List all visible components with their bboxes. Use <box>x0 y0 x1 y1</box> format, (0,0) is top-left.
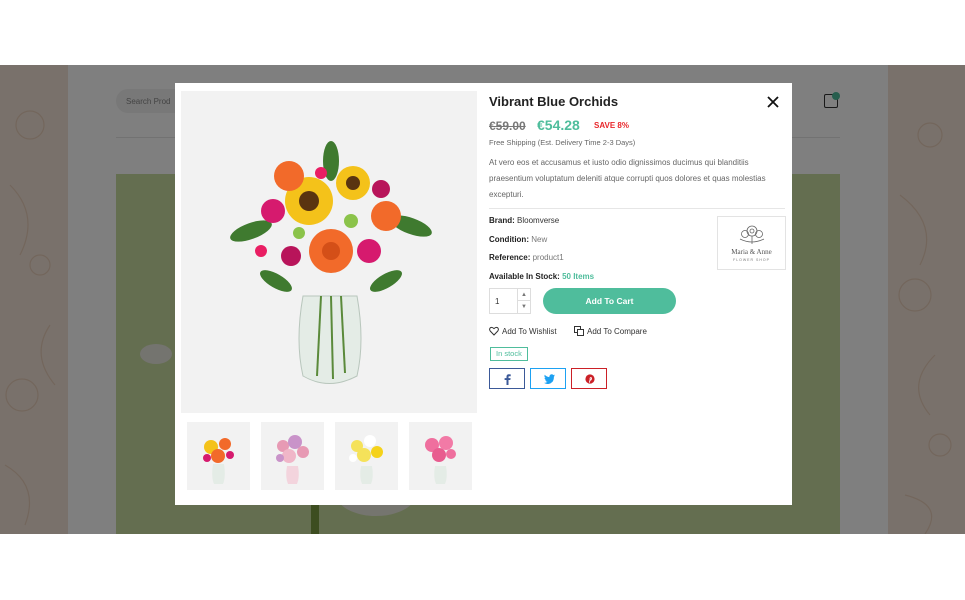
facebook-icon <box>504 374 511 385</box>
product-description: At vero eos et accusamus et iusto odio d… <box>489 158 766 199</box>
brand-logo[interactable]: Maria & Anne FLOWER SHOP <box>717 216 786 270</box>
add-to-wishlist-link[interactable]: Add To Wishlist <box>489 326 557 336</box>
share-twitter-button[interactable] <box>530 368 566 389</box>
heart-icon <box>489 326 499 336</box>
close-icon <box>767 96 779 108</box>
in-stock-badge: In stock <box>490 347 528 361</box>
brand-logo-name: Maria & Anne <box>731 248 772 256</box>
condition-row: Condition: New <box>489 235 547 244</box>
thumbnail-4[interactable] <box>409 422 472 490</box>
quantity-decrease-button[interactable]: ▼ <box>518 301 530 313</box>
stock-count: 50 Items <box>562 272 595 281</box>
condition-label: Condition: <box>489 235 529 244</box>
brand-logo-subtitle: FLOWER SHOP <box>733 258 770 262</box>
flower-emblem-icon <box>739 225 765 244</box>
compare-label: Add To Compare <box>587 327 647 336</box>
thumbnail-2[interactable] <box>261 422 324 490</box>
compare-icon <box>574 326 584 336</box>
wishlist-label: Add To Wishlist <box>502 327 557 336</box>
stock-label: Available In Stock: <box>489 272 560 281</box>
add-to-compare-link[interactable]: Add To Compare <box>574 326 647 336</box>
brand-value: Bloomverse <box>517 216 560 225</box>
condition-value: New <box>531 235 548 244</box>
quantity-input[interactable] <box>490 289 518 313</box>
reference-value: product1 <box>532 253 564 262</box>
reference-label: Reference: <box>489 253 531 262</box>
quantity-increase-button[interactable]: ▲ <box>518 289 530 301</box>
thumbnail-1[interactable] <box>187 422 250 490</box>
thumbnail-3[interactable] <box>335 422 398 490</box>
pinterest-icon <box>585 374 595 384</box>
details-divider <box>489 208 785 209</box>
sale-price: €54.28 <box>537 117 580 133</box>
stock-row: Available In Stock: 50 Items <box>489 272 594 281</box>
share-facebook-button[interactable] <box>489 368 525 389</box>
quantity-stepper: ▲ ▼ <box>489 288 531 314</box>
reference-row: Reference: product1 <box>489 253 564 262</box>
shipping-info: Free Shipping (Est. Delivery Time 2-3 Da… <box>489 138 636 147</box>
add-to-cart-button[interactable]: Add To Cart <box>543 288 676 314</box>
twitter-icon <box>544 374 555 384</box>
brand-row: Brand: Bloomverse <box>489 216 559 225</box>
quick-view-modal: Vibrant Blue Orchids €59.00 €54.28 SAVE … <box>175 83 792 505</box>
bouquet-illustration <box>230 141 432 384</box>
share-pinterest-button[interactable] <box>571 368 607 389</box>
old-price: €59.00 <box>489 119 526 133</box>
product-title: Vibrant Blue Orchids <box>489 94 619 109</box>
save-badge: SAVE 8% <box>594 121 629 130</box>
close-button[interactable] <box>765 94 781 110</box>
brand-label: Brand: <box>489 216 515 225</box>
main-product-image <box>181 91 477 413</box>
